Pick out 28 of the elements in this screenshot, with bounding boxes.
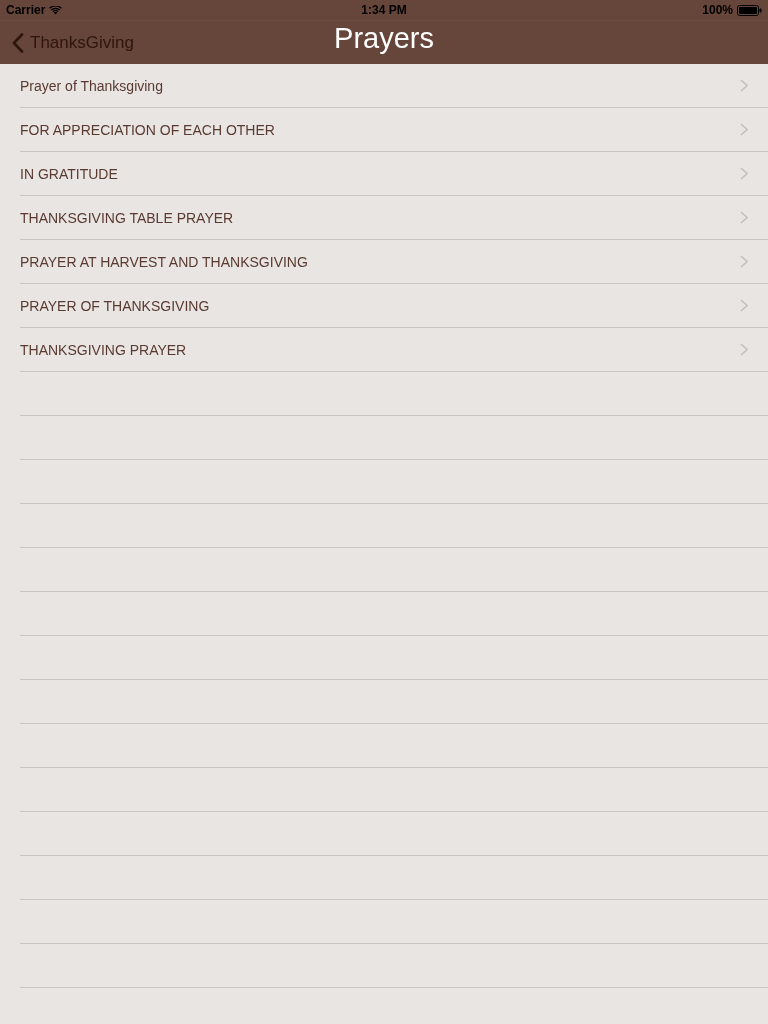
- battery-icon: [737, 4, 762, 16]
- clock-time: 1:34 PM: [361, 3, 407, 17]
- prayer-title: IN GRATITUDE: [20, 165, 118, 182]
- battery-percent: 100%: [702, 3, 733, 17]
- prayer-title: PRAYER OF THANKSGIVING: [20, 297, 210, 314]
- back-chevron-icon: [12, 32, 24, 53]
- prayer-title: FOR APPRECIATION OF EACH OTHER: [20, 121, 275, 138]
- wifi-icon: [49, 5, 63, 15]
- chevron-icon: [740, 211, 748, 224]
- chevron-icon: [740, 255, 748, 268]
- prayer-row[interactable]: THANKSGIVING PRAYER: [20, 328, 768, 372]
- nav-title: Prayers: [334, 22, 434, 55]
- carrier-label: Carrier: [6, 3, 46, 17]
- prayer-title: Prayer of Thanksgiving: [20, 77, 163, 94]
- prayer-title: THANKSGIVING PRAYER: [20, 341, 187, 358]
- chevron-icon: [740, 123, 748, 136]
- prayer-row[interactable]: FOR APPRECIATION OF EACH OTHER: [20, 108, 768, 152]
- prayer-row[interactable]: THANKSGIVING TABLE PRAYER: [20, 196, 768, 240]
- chevron-icon: [740, 343, 748, 356]
- chevron-icon: [740, 79, 748, 92]
- chevron-icon: [740, 167, 748, 180]
- prayer-title: THANKSGIVING TABLE PRAYER: [20, 209, 234, 226]
- prayer-row[interactable]: IN GRATITUDE: [20, 152, 768, 196]
- prayer-row[interactable]: PRAYER AT HARVEST AND THANKSGIVING: [20, 240, 768, 284]
- chevron-icon: [740, 299, 748, 312]
- prayer-row[interactable]: PRAYER OF THANKSGIVING: [20, 284, 768, 328]
- prayer-title: PRAYER AT HARVEST AND THANKSGIVING: [20, 253, 308, 270]
- prayer-row[interactable]: Prayer of Thanksgiving: [20, 64, 768, 108]
